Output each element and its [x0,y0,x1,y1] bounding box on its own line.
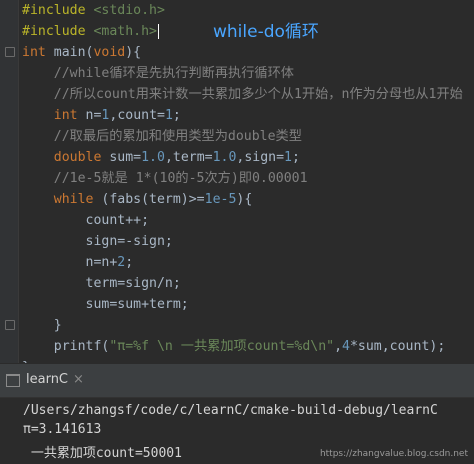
code-line[interactable]: sum=sum+term; [22,294,189,315]
code-editor[interactable]: #include <stdio.h> #include <math.h> int m… [0,0,474,363]
code-line[interactable]: //while循环是先执行判断再执行循环体 [22,63,294,84]
code-token: sum=sum+term; [22,297,189,312]
code-token: 1.0 [212,150,237,165]
code-token: sum= [101,150,142,165]
code-token: 1 [164,108,173,123]
code-token: ; [125,255,134,270]
console-output-line: π=3.141613 [23,422,102,437]
close-icon[interactable]: × [73,372,84,387]
code-token: #include [22,3,86,18]
code-line[interactable]: #include <math.h> [22,21,160,42]
code-token: ; [172,108,181,123]
code-token: int [22,45,46,60]
code-line[interactable]: term=sign/n; [22,273,181,294]
watermark: https://zhangvalue.blog.csdn.net [319,449,468,459]
code-line[interactable]: } [22,357,30,363]
code-token: 1 [284,150,292,165]
code-line[interactable]: double sum=1.0,term=1.0,sign=1; [22,147,300,168]
code-token: printf( [22,339,110,354]
code-token: n=n+ [22,255,118,270]
code-token: ,term= [164,150,213,165]
code-token: #include [22,24,86,39]
run-tab[interactable]: learnC × [0,365,474,398]
code-line[interactable]: //所以count用来计数一共累加多少个从1开始，n作为分母也从1开始 [22,84,463,105]
code-token: //1e-5就是 1*(10的-5次方)即0.00001 [53,171,308,186]
fold-marker-icon[interactable] [5,320,15,330]
code-token: sign=-sign; [22,234,173,249]
code-line[interactable]: count++; [22,210,150,231]
code-line[interactable]: //1e-5就是 1*(10的-5次方)即0.00001 [22,168,308,189]
code-token: //取最后的累加和使用类型为double类型 [53,129,302,144]
code-line[interactable]: } [22,315,62,336]
code-token: <stdio.h> [93,3,165,18]
code-line[interactable]: sign=-sign; [22,231,173,252]
text-caret [158,23,160,39]
fold-marker-icon[interactable] [5,47,15,57]
code-line[interactable]: #include <stdio.h> [22,0,165,21]
console-icon [6,374,20,387]
code-token: ){ [236,192,253,207]
run-tab-label: learnC [26,372,69,387]
code-token: //while循环是先执行判断再执行循环体 [53,66,294,81]
code-token: term=sign/n; [22,276,181,291]
code-token: "π=%f \n 一共累加项count=%d\n" [109,339,335,354]
annotation-title: while-do循环 [213,22,319,42]
code-token: <math.h> [93,24,158,39]
code-token: //所以count用来计数一共累加多少个从1开始，n作为分母也从1开始 [53,87,463,102]
code-token: ){ [125,45,142,60]
console-output-line: /Users/zhangsf/code/c/learnC/cmake-build… [23,403,438,418]
editor-gutter [0,0,19,363]
code-token: ,count= [109,108,165,123]
code-token: void [93,45,126,60]
code-line[interactable]: //取最后的累加和使用类型为double类型 [22,126,302,147]
code-token: (fabs(term)>= [93,192,205,207]
code-line[interactable]: printf("π=%f \n 一共累加项count=%d\n",4*sum,c… [22,336,446,357]
code-line[interactable]: int n=1,count=1; [22,105,181,126]
code-line[interactable]: n=n+2; [22,252,134,273]
code-token: double [53,150,102,165]
code-token: ,sign= [236,150,285,165]
run-panel: learnC × /Users/zhangsf/code/c/learnC/cm… [0,364,474,464]
code-token: n= [77,108,102,123]
code-token: } [22,360,30,363]
code-token: int [53,108,78,123]
code-token: 1.0 [141,150,165,165]
code-token: , [334,339,343,354]
code-token: *sum,count); [349,339,446,354]
code-line[interactable]: int main(void){ [22,42,141,63]
code-token: 4 [342,339,350,354]
code-token: } [22,318,62,333]
code-token: count++; [22,213,150,228]
code-token: 1e-5 [204,192,237,207]
code-line[interactable]: while (fabs(term)>=1e-5){ [22,189,253,210]
code-token: main( [45,45,94,60]
code-token: ; [292,150,300,165]
console-output-line: 一共累加项count=50001 [23,446,182,461]
code-token: while [53,192,94,207]
